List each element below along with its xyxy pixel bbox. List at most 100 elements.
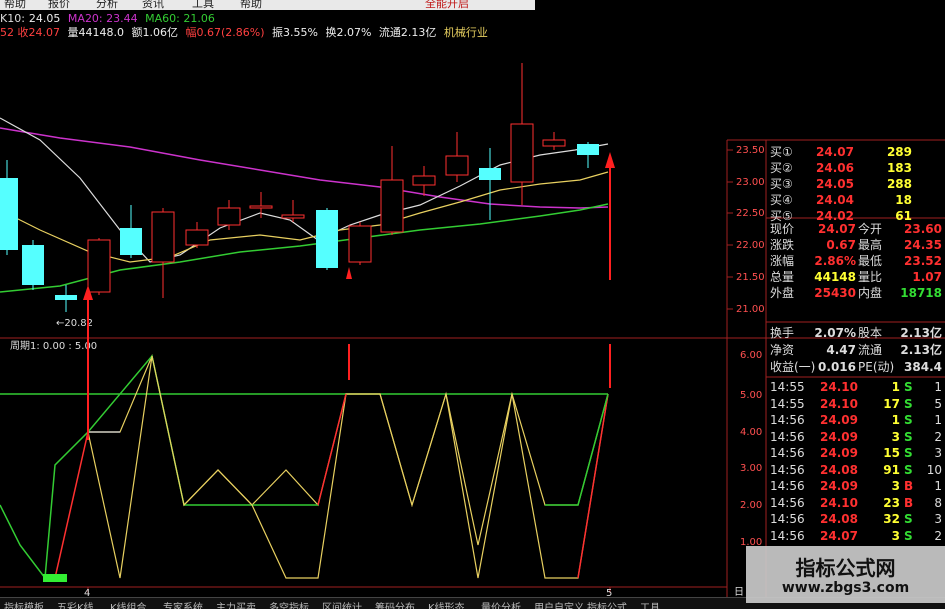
bottom-tab[interactable]: K线组合 <box>110 599 147 609</box>
tick-time: 14:56 <box>770 528 805 543</box>
bottom-tab[interactable]: 量价分析 <box>481 599 521 609</box>
tick-side: B <box>904 479 914 493</box>
bottom-tab[interactable]: 多空指标 <box>269 599 309 609</box>
candle-down <box>479 168 501 180</box>
bid-volume: 289 <box>886 145 912 159</box>
candle-down <box>577 144 599 155</box>
price-axis: 23.50 23.00 22.50 22.00 21.50 21.00 <box>736 145 765 315</box>
tick-count: 2 <box>934 429 942 444</box>
watermark-url: www.zbgs3.com <box>781 580 910 596</box>
tick-volume: 23 <box>883 495 900 510</box>
candle-down <box>316 210 338 268</box>
tick-volume: 32 <box>883 512 900 526</box>
tick-price: 24.08 <box>820 512 858 526</box>
stat-value: 24.07 <box>818 222 856 236</box>
stat-label: 涨幅 <box>770 254 795 268</box>
finance-row: 收益(一) 0.016 PE(动) 384.4 <box>768 359 945 375</box>
tick-volume: 91 <box>883 462 900 477</box>
stat-value: 44148 <box>814 270 856 284</box>
candle-up <box>348 225 372 263</box>
candle-up <box>151 211 175 263</box>
stat-value: 23.60 <box>904 222 942 236</box>
tick-time: 14:56 <box>770 512 805 526</box>
tick-time: 14:55 <box>770 396 805 411</box>
signal-arrows-indicator <box>83 285 611 440</box>
candle-down <box>120 228 142 255</box>
tick-count: 10 <box>926 462 942 477</box>
bottom-tab[interactable]: 五彩K线 <box>57 599 94 609</box>
stock-chart-window: 帮助 报价 分析 资讯 工具 帮助 全能开启 K10: 24.05 MA20: 2… <box>0 0 945 609</box>
quote-stat-row: 现价 24.07 今开 23.60 <box>768 221 945 237</box>
candle-up <box>281 214 305 219</box>
order-book-row: 买② 24.06 183 <box>768 160 945 176</box>
up-arrow-icon <box>605 152 615 168</box>
tick-side: S <box>904 462 913 477</box>
tick-side: B <box>904 495 914 510</box>
indicator-axis-label: 3.00 <box>740 463 762 474</box>
bid-label: 买① <box>770 145 793 159</box>
indicator-path-low <box>87 355 609 579</box>
tick-side: S <box>904 380 913 394</box>
tick-price: 24.10 <box>820 396 858 411</box>
tick-volume: 1 <box>891 413 900 427</box>
bottom-tab[interactable]: 指标公式 <box>587 599 627 609</box>
stat-label: 今开 <box>858 222 883 236</box>
bid-price: 24.04 <box>816 193 854 207</box>
stat-label: 内盘 <box>858 286 883 300</box>
order-book-row: 买① 24.07 289 <box>768 144 945 160</box>
tick-time: 14:56 <box>770 429 805 444</box>
tick-price: 24.09 <box>820 413 858 427</box>
stat-label: 总量 <box>770 270 795 284</box>
tick-side: S <box>904 512 913 526</box>
tick-row: 14:56 24.07 3 S 2 <box>768 528 945 544</box>
price-axis-ticks <box>727 149 733 310</box>
bid-volume: 183 <box>886 161 912 175</box>
tick-time: 14:56 <box>770 462 805 477</box>
bid-label: 买④ <box>770 193 793 207</box>
bottom-tab[interactable]: 工具 <box>640 599 660 609</box>
indicator-axis: 6.00 5.00 4.00 3.00 2.00 1.00 <box>740 350 762 548</box>
signal-bar <box>43 574 67 582</box>
tick-count: 5 <box>934 396 942 411</box>
bottom-tab[interactable]: 专家系统 <box>163 599 203 609</box>
indicator-header: 周期1: 0.00 : 5.00 <box>10 340 97 352</box>
finance-row: 净资 4.47 流通 2.13亿 <box>768 342 945 358</box>
tick-row: 14:55 24.10 1 S 1 <box>768 379 945 395</box>
stat-value: 1.07 <box>912 270 942 284</box>
candle-up <box>412 175 436 186</box>
tick-count: 3 <box>934 446 942 460</box>
stat-value: 23.52 <box>904 254 942 268</box>
tick-row: 14:56 24.08 32 S 3 <box>768 511 945 527</box>
bid-price: 24.05 <box>816 177 854 191</box>
tick-time: 14:55 <box>770 380 805 394</box>
bid-price: 24.06 <box>816 161 854 175</box>
candle-up <box>510 123 534 183</box>
tick-side: S <box>904 396 913 411</box>
stat-label: 最低 <box>858 254 883 268</box>
tick-time: 14:56 <box>770 446 805 460</box>
stat-value: 25430 <box>814 286 856 300</box>
bid-volume: 18 <box>895 193 912 207</box>
price-axis-label: 23.00 <box>736 177 765 188</box>
bottom-tab[interactable]: K线形态 <box>428 599 465 609</box>
candle-up <box>380 179 404 233</box>
tick-price: 24.10 <box>820 495 858 510</box>
bottom-tab[interactable]: 筹码分布 <box>375 599 415 609</box>
quote-stat-row: 涨跌 0.67 最高 24.35 <box>768 237 945 253</box>
bottom-tab[interactable]: 指标模板 <box>4 599 44 609</box>
price-axis-label: 23.50 <box>736 145 765 156</box>
bottom-tab[interactable]: 用户自定义 <box>534 599 584 609</box>
candle-down <box>0 178 18 250</box>
tick-volume: 1 <box>891 380 900 394</box>
finance-label: 净资 <box>770 343 795 357</box>
candle-up <box>217 207 241 226</box>
indicator-red-segment <box>54 431 89 579</box>
bottom-tab[interactable]: 区间统计 <box>322 599 362 609</box>
bottom-tab[interactable]: 主力买卖 <box>216 599 256 609</box>
tick-price: 24.07 <box>820 528 858 543</box>
indicator-yellow-line <box>88 354 609 546</box>
finance-value: 384.4 <box>904 360 942 374</box>
candlestick-series <box>0 63 599 312</box>
price-axis-label: 21.50 <box>736 272 765 283</box>
tick-time: 14:56 <box>770 413 805 427</box>
